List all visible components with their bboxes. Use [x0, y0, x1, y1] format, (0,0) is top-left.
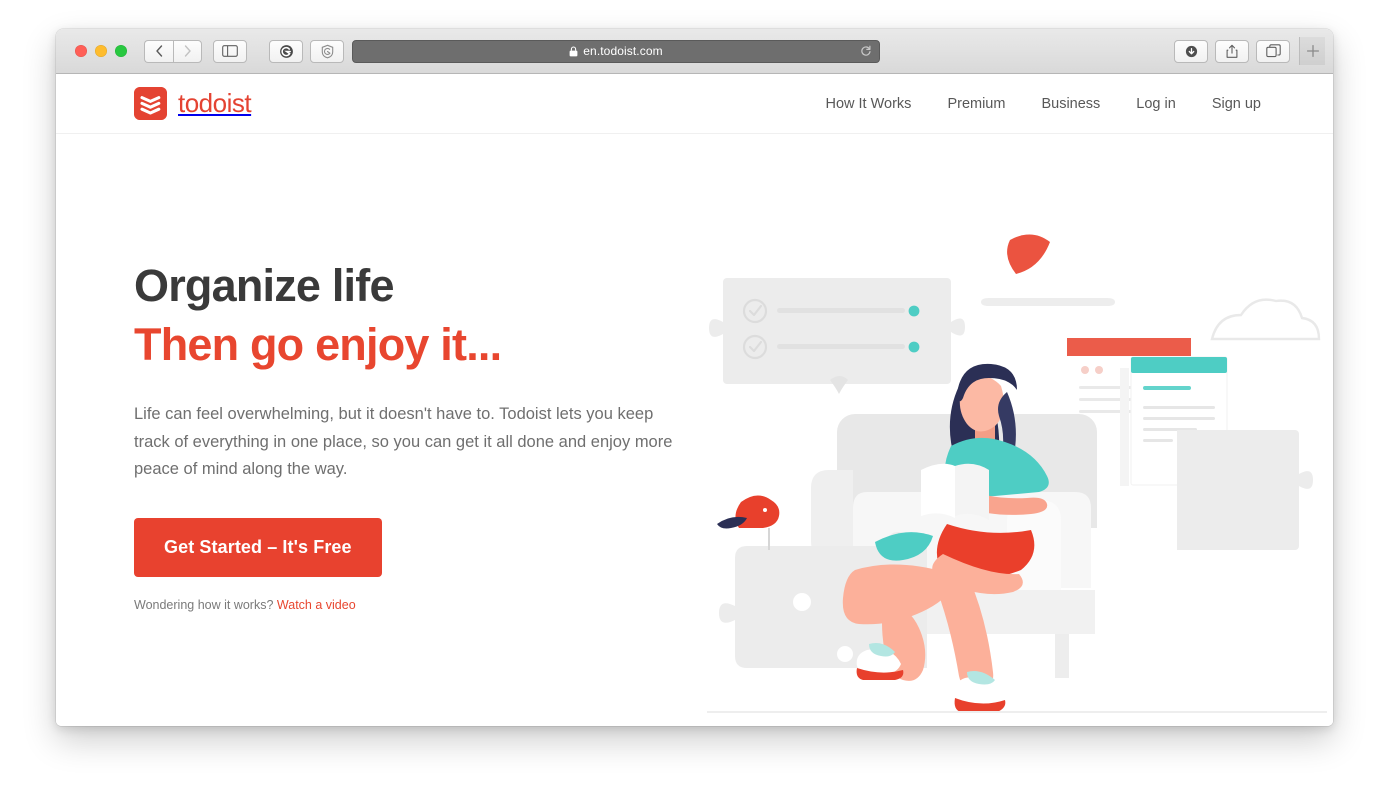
hero-section: Organize life Then go enjoy it... Life c… — [56, 134, 1333, 726]
toolbar-right-buttons — [1174, 39, 1290, 63]
zoom-button[interactable] — [115, 45, 127, 57]
navigation-buttons — [144, 39, 202, 63]
brand-name: todoist — [178, 88, 252, 118]
nav-log-in[interactable]: Log in — [1136, 96, 1176, 112]
forward-button[interactable] — [173, 39, 202, 63]
address-bar[interactable]: en.todoist.com — [352, 39, 880, 63]
privacy-shield-extension-button[interactable] — [310, 39, 344, 63]
shield-badge-icon — [321, 44, 333, 58]
minimize-button[interactable] — [95, 45, 107, 57]
puzzle-block-right — [1177, 430, 1313, 550]
new-tab-button[interactable] — [1299, 37, 1325, 65]
main-navigation: How It Works Premium Business Log in Sig… — [825, 96, 1261, 112]
padlock-icon — [569, 45, 578, 56]
chevron-left-icon — [156, 45, 163, 57]
address-bar-content: en.todoist.com — [569, 44, 663, 58]
ghostery-g-icon — [279, 44, 293, 58]
nav-how-it-works[interactable]: How It Works — [825, 96, 911, 112]
hero-paragraph: Life can feel overwhelming, but it doesn… — [134, 404, 673, 479]
window-controls — [64, 45, 144, 57]
headline-line-2: Then go enjoy it... — [134, 319, 502, 371]
headline-line-1: Organize life — [134, 260, 394, 311]
todoist-logo-link[interactable]: todoist — [134, 87, 252, 120]
get-started-button[interactable]: Get Started – It's Free — [134, 517, 382, 577]
downloads-button[interactable] — [1174, 39, 1208, 63]
show-all-tabs-icon — [1265, 44, 1281, 58]
page-title: Organize life Then go enjoy it... — [134, 256, 694, 375]
desktop-background: en.todoist.com todoist How It Works Prem… — [0, 0, 1390, 812]
share-button[interactable] — [1215, 39, 1249, 63]
chevron-right-icon — [184, 45, 191, 57]
reload-icon — [861, 45, 871, 56]
video-note: Wondering how it works? Watch a video — [134, 598, 694, 612]
checklist-card — [709, 278, 965, 394]
site-header: todoist How It Works Premium Business Lo… — [56, 74, 1333, 134]
url-text: en.todoist.com — [583, 44, 663, 58]
red-bird — [717, 495, 780, 550]
video-note-text: Wondering how it works? — [134, 597, 274, 612]
outline-cloud — [1210, 298, 1321, 341]
downloads-arrow-icon — [1185, 45, 1197, 57]
web-page-content: todoist How It Works Premium Business Lo… — [56, 74, 1333, 726]
hero-copy: Organize life Then go enjoy it... Life c… — [134, 256, 694, 612]
sidebar-toggle-icon — [222, 45, 238, 57]
nav-sign-up[interactable]: Sign up — [1212, 96, 1261, 112]
watch-a-video-link[interactable]: Watch a video — [277, 598, 356, 612]
nav-business[interactable]: Business — [1041, 96, 1100, 112]
extension-buttons — [269, 39, 344, 63]
ghostery-extension-button[interactable] — [269, 39, 303, 63]
show-all-tabs-button[interactable] — [1256, 39, 1290, 63]
browser-toolbar: en.todoist.com — [56, 29, 1333, 74]
close-button[interactable] — [75, 45, 87, 57]
plus-icon — [1306, 44, 1319, 58]
nav-premium[interactable]: Premium — [947, 96, 1005, 112]
woman-reading-in-armchair-illustration — [707, 234, 1327, 726]
reload-button[interactable] — [860, 45, 872, 57]
cloud-with-red-accent — [981, 234, 1141, 306]
share-up-arrow-icon — [1226, 44, 1238, 58]
safari-browser-window: en.todoist.com todoist How It Works Prem… — [56, 29, 1333, 726]
todoist-logo-icon — [134, 87, 167, 120]
back-button[interactable] — [144, 39, 173, 63]
sidebar-toggle-button[interactable] — [213, 39, 247, 63]
